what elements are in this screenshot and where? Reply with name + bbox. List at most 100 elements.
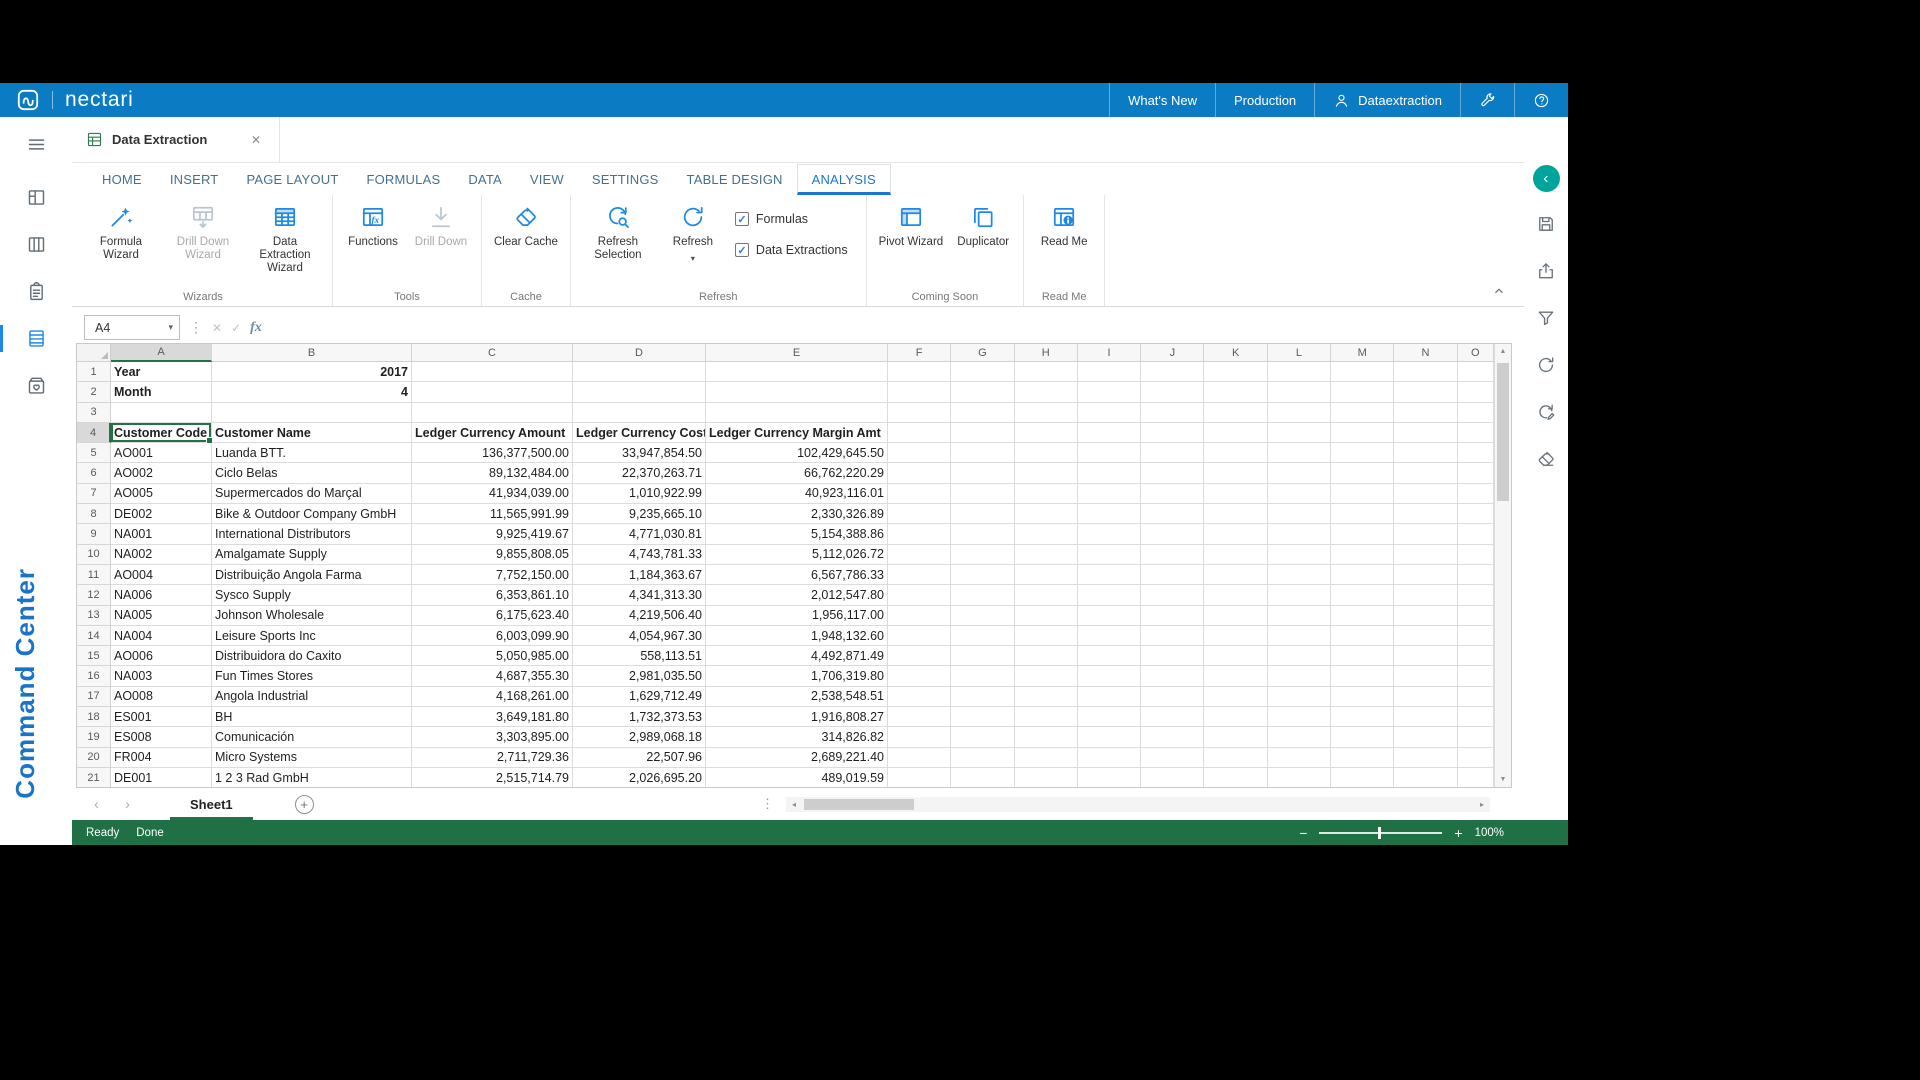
cell-C14[interactable]: 6,003,099.90: [412, 626, 573, 646]
sheet-nav-prev-icon[interactable]: ‹: [94, 797, 99, 812]
cell-B3[interactable]: [212, 403, 412, 423]
splitter-handle[interactable]: ⋮: [761, 796, 774, 812]
left-rail-dashboard-button[interactable]: [0, 174, 72, 221]
cell-K8[interactable]: [1204, 504, 1267, 524]
cell-H12[interactable]: [1015, 585, 1078, 605]
cell-B21[interactable]: 1 2 3 Rad GmbH: [212, 768, 412, 787]
cell-C17[interactable]: 4,168,261.00: [412, 687, 573, 707]
right-rail-filter-button[interactable]: [1536, 308, 1556, 333]
cell-B7[interactable]: Supermercados do Marçal: [212, 484, 412, 504]
cell-L8[interactable]: [1268, 504, 1331, 524]
cell-K12[interactable]: [1204, 585, 1267, 605]
column-header-I[interactable]: I: [1078, 344, 1141, 362]
cell-H21[interactable]: [1015, 768, 1078, 787]
cell-C10[interactable]: 9,855,808.05: [412, 545, 573, 565]
cell-O19[interactable]: [1458, 727, 1494, 747]
column-header-N[interactable]: N: [1394, 344, 1457, 362]
cell-L15[interactable]: [1268, 646, 1331, 666]
cell-F6[interactable]: [888, 463, 951, 483]
cell-M19[interactable]: [1331, 727, 1394, 747]
cell-G10[interactable]: [951, 545, 1014, 565]
cell-C6[interactable]: 89,132,484.00: [412, 463, 573, 483]
cell-C3[interactable]: [412, 403, 573, 423]
cell-B14[interactable]: Leisure Sports Inc: [212, 626, 412, 646]
cell-F18[interactable]: [888, 707, 951, 727]
cell-M13[interactable]: [1331, 606, 1394, 626]
cell-J16[interactable]: [1141, 666, 1204, 686]
row-header-13[interactable]: 13: [77, 606, 111, 626]
cell-I20[interactable]: [1078, 748, 1141, 768]
cell-D8[interactable]: 9,235,665.10: [573, 504, 706, 524]
cell-E13[interactable]: 1,956,117.00: [706, 606, 888, 626]
cell-G13[interactable]: [951, 606, 1014, 626]
cell-A12[interactable]: NA006: [111, 585, 212, 605]
row-header-7[interactable]: 7: [77, 484, 111, 504]
cell-E7[interactable]: 40,923,116.01: [706, 484, 888, 504]
cell-O12[interactable]: [1458, 585, 1494, 605]
cell-N2[interactable]: [1394, 382, 1457, 402]
cell-name-box[interactable]: A4 ▾: [84, 315, 180, 340]
row-header-10[interactable]: 10: [77, 545, 111, 565]
cell-J11[interactable]: [1141, 565, 1204, 585]
select-all-corner[interactable]: [77, 344, 111, 362]
cell-K14[interactable]: [1204, 626, 1267, 646]
cell-K11[interactable]: [1204, 565, 1267, 585]
row-header-21[interactable]: 21: [77, 768, 111, 787]
cell-H17[interactable]: [1015, 687, 1078, 707]
cell-O8[interactable]: [1458, 504, 1494, 524]
cell-F1[interactable]: [888, 362, 951, 382]
cell-E12[interactable]: 2,012,547.80: [706, 585, 888, 605]
cell-J19[interactable]: [1141, 727, 1204, 747]
scroll-right-icon[interactable]: ▸: [1474, 800, 1490, 809]
cell-F16[interactable]: [888, 666, 951, 686]
cell-I7[interactable]: [1078, 484, 1141, 504]
doc-tab-data-extraction[interactable]: Data Extraction ✕: [72, 117, 280, 162]
cell-M3[interactable]: [1331, 403, 1394, 423]
column-header-G[interactable]: G: [951, 344, 1014, 362]
cell-C11[interactable]: 7,752,150.00: [412, 565, 573, 585]
cell-I4[interactable]: [1078, 423, 1141, 443]
cell-E3[interactable]: [706, 403, 888, 423]
cell-H20[interactable]: [1015, 748, 1078, 768]
cell-F3[interactable]: [888, 403, 951, 423]
cell-L18[interactable]: [1268, 707, 1331, 727]
left-rail-columns-button[interactable]: [0, 221, 72, 268]
cell-M6[interactable]: [1331, 463, 1394, 483]
cell-B18[interactable]: BH: [212, 707, 412, 727]
cell-O3[interactable]: [1458, 403, 1494, 423]
cell-O18[interactable]: [1458, 707, 1494, 727]
ribbon-button-data-extraction-wizard[interactable]: Data Extraction Wizard: [244, 195, 326, 275]
cell-M17[interactable]: [1331, 687, 1394, 707]
cell-E18[interactable]: 1,916,808.27: [706, 707, 888, 727]
ribbon-button-refresh-selection[interactable]: Refresh Selection: [577, 195, 659, 262]
ribbon-button-read-me[interactable]: Read Me: [1030, 195, 1098, 249]
cell-D1[interactable]: [573, 362, 706, 382]
ribbon-tab-data[interactable]: DATA: [454, 165, 516, 195]
column-header-F[interactable]: F: [888, 344, 951, 362]
ribbon-tab-analysis[interactable]: ANALYSIS: [797, 164, 891, 195]
cell-O4[interactable]: [1458, 423, 1494, 443]
cell-G9[interactable]: [951, 524, 1014, 544]
cell-J14[interactable]: [1141, 626, 1204, 646]
ribbon-tab-formulas[interactable]: FORMULAS: [352, 165, 454, 195]
cell-G5[interactable]: [951, 443, 1014, 463]
cell-N13[interactable]: [1394, 606, 1457, 626]
cell-H11[interactable]: [1015, 565, 1078, 585]
zoom-in-button[interactable]: +: [1454, 826, 1462, 840]
cell-N3[interactable]: [1394, 403, 1457, 423]
cell-G17[interactable]: [951, 687, 1014, 707]
cell-D12[interactable]: 4,341,313.30: [573, 585, 706, 605]
cell-B1[interactable]: 2017: [212, 362, 412, 382]
cell-K3[interactable]: [1204, 403, 1267, 423]
cell-F13[interactable]: [888, 606, 951, 626]
cell-I19[interactable]: [1078, 727, 1141, 747]
cell-C2[interactable]: [412, 382, 573, 402]
zoom-slider[interactable]: [1319, 832, 1442, 834]
topbar-item-tools[interactable]: [1460, 83, 1514, 117]
cell-K13[interactable]: [1204, 606, 1267, 626]
cell-N17[interactable]: [1394, 687, 1457, 707]
cell-M4[interactable]: [1331, 423, 1394, 443]
cell-B17[interactable]: Angola Industrial: [212, 687, 412, 707]
cell-O1[interactable]: [1458, 362, 1494, 382]
cell-G18[interactable]: [951, 707, 1014, 727]
